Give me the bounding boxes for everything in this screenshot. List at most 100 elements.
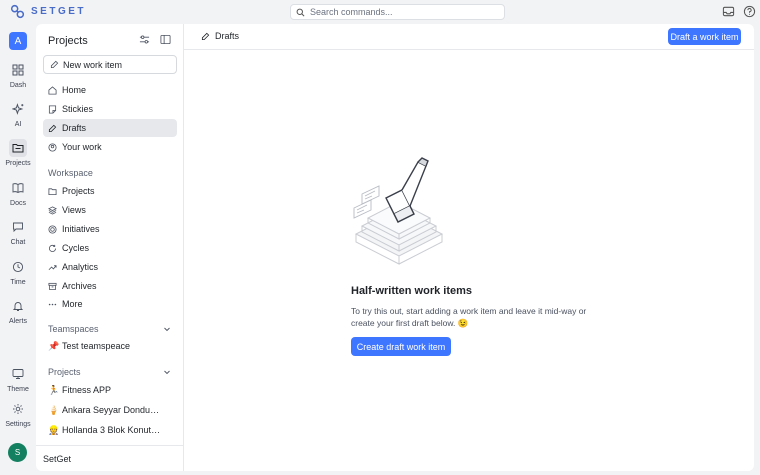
nav-stickies[interactable]: Stickies <box>43 100 177 118</box>
user-circle-icon <box>48 142 57 152</box>
pencil-icon <box>201 32 210 41</box>
target-icon <box>48 224 57 234</box>
dashboard-icon <box>9 61 27 79</box>
rail-item-projects[interactable]: Projects <box>0 139 36 167</box>
nav-your-work[interactable]: Your work <box>43 138 177 156</box>
top-bar: SETGET Search commands... <box>0 0 760 24</box>
sidebar-title: Projects <box>48 35 88 47</box>
project-item[interactable]: 🍦 Ankara Seyyar Dondurma <box>43 401 177 419</box>
project-emoji: 👷 <box>48 424 60 435</box>
nav-archives[interactable]: Archives <box>43 277 177 295</box>
nav-more[interactable]: More <box>43 295 177 313</box>
nav-label: Stickies <box>62 104 94 114</box>
teamspaces-section-label[interactable]: Teamspaces <box>48 324 99 334</box>
inbox-icon[interactable] <box>722 5 735 18</box>
rail-item-settings[interactable]: Settings <box>0 400 36 428</box>
breadcrumb: Drafts <box>201 31 239 41</box>
chat-icon <box>9 218 27 236</box>
nav-views[interactable]: Views <box>43 201 177 219</box>
app-name: SETGET <box>31 6 87 17</box>
nav-drafts[interactable]: Drafts <box>43 119 177 137</box>
chevron-down-icon[interactable] <box>163 325 171 333</box>
app-logo[interactable]: SETGET <box>10 4 86 19</box>
edit-icon <box>50 60 59 69</box>
rail-label: Settings <box>5 421 31 428</box>
rail-label: Chat <box>10 239 26 246</box>
gear-icon <box>9 400 27 418</box>
nav-home[interactable]: Home <box>43 81 177 99</box>
nav-analytics[interactable]: Analytics <box>43 258 177 276</box>
project-label: Ankara Seyyar Dondurma <box>62 405 162 415</box>
sidebar-footer[interactable]: SetGet <box>36 445 184 471</box>
new-work-item-button[interactable]: New work item <box>43 55 177 74</box>
nav-label: More <box>62 299 83 309</box>
empty-state-title: Half-written work items <box>351 285 473 297</box>
project-item[interactable]: 👷 Hollanda 3 Blok Konut Projesi <box>43 421 177 439</box>
help-icon[interactable] <box>743 5 756 18</box>
sidebar-toggle-icon[interactable] <box>160 34 171 45</box>
rail-label: AI <box>14 121 22 128</box>
nav-initiatives[interactable]: Initiatives <box>43 220 177 238</box>
nav-label: Projects <box>62 186 95 196</box>
archive-icon <box>48 282 57 291</box>
rail-label: Time <box>10 279 26 286</box>
layers-icon <box>48 205 57 215</box>
rail-item-docs[interactable]: Docs <box>0 179 36 207</box>
chevron-down-icon[interactable] <box>163 368 171 376</box>
rail-item-theme[interactable]: Theme <box>0 365 36 393</box>
teamspace-emoji: 📌 <box>48 340 60 351</box>
nav-cycles[interactable]: Cycles <box>43 239 177 257</box>
main-header: Drafts Draft a work item <box>184 24 754 50</box>
create-draft-button[interactable]: Create draft work item <box>351 337 451 356</box>
project-label: Hollanda 3 Blok Konut Projesi <box>62 425 162 435</box>
rail-item-ai[interactable]: AI <box>0 100 36 128</box>
teamspace-item[interactable]: 📌 Test teamspeace <box>43 337 177 355</box>
project-emoji: 🍦 <box>48 404 60 415</box>
rail-label: Dash <box>9 82 27 89</box>
empty-state-illustration <box>344 156 454 271</box>
app-rail: A Dash AI Projects Docs Chat Time Alerts… <box>0 24 36 475</box>
workspace-name: SetGet <box>43 453 72 464</box>
nav-label: Drafts <box>62 123 87 133</box>
new-work-item-label: New work item <box>63 59 123 70</box>
filter-icon[interactable] <box>139 34 150 45</box>
empty-state-description: To try this out, start adding a work ite… <box>351 306 587 328</box>
breadcrumb-label: Drafts <box>215 31 240 41</box>
folder-icon <box>9 139 27 157</box>
command-search-input[interactable]: Search commands... <box>290 4 505 20</box>
monitor-icon <box>9 365 27 383</box>
sparkles-icon <box>9 100 27 118</box>
projects-sidebar: Projects New work item Home Stickies Dra… <box>36 24 184 471</box>
logo-icon <box>10 4 25 19</box>
bell-icon <box>9 297 27 315</box>
nav-label: Cycles <box>62 243 90 253</box>
home-icon <box>48 85 57 95</box>
workspace-section-label: Workspace <box>48 168 93 178</box>
nav-label: Home <box>62 85 87 95</box>
rail-item-chat[interactable]: Chat <box>0 218 36 246</box>
nav-workspace-projects[interactable]: Projects <box>43 182 177 200</box>
book-icon <box>9 179 27 197</box>
main-panel: Drafts Draft a work item Half-written wo… <box>184 24 754 471</box>
rail-label: Theme <box>7 386 29 393</box>
rail-label: Alerts <box>9 318 27 325</box>
rail-item-alerts[interactable]: Alerts <box>0 297 36 325</box>
more-icon <box>48 300 57 309</box>
user-avatar[interactable]: S <box>8 443 27 462</box>
pencil-icon <box>48 124 57 133</box>
rail-label: Projects <box>5 160 31 167</box>
sticky-note-icon <box>48 104 57 114</box>
nav-label: Your work <box>62 142 102 152</box>
nav-label: Analytics <box>62 262 99 272</box>
rail-item-time[interactable]: Time <box>0 258 36 286</box>
folder-icon <box>48 187 57 196</box>
cycle-icon <box>48 244 57 253</box>
project-item[interactable]: 🏃 Fitness APP <box>43 381 177 399</box>
rail-item-dash[interactable]: Dash <box>0 61 36 89</box>
nav-label: Views <box>62 205 86 215</box>
teamspace-label: Test teamspeace <box>62 341 131 351</box>
project-emoji: 🏃 <box>48 384 60 395</box>
workspace-avatar[interactable]: A <box>9 32 27 50</box>
projects-section-label[interactable]: Projects <box>48 367 81 377</box>
draft-work-item-button[interactable]: Draft a work item <box>668 28 741 45</box>
